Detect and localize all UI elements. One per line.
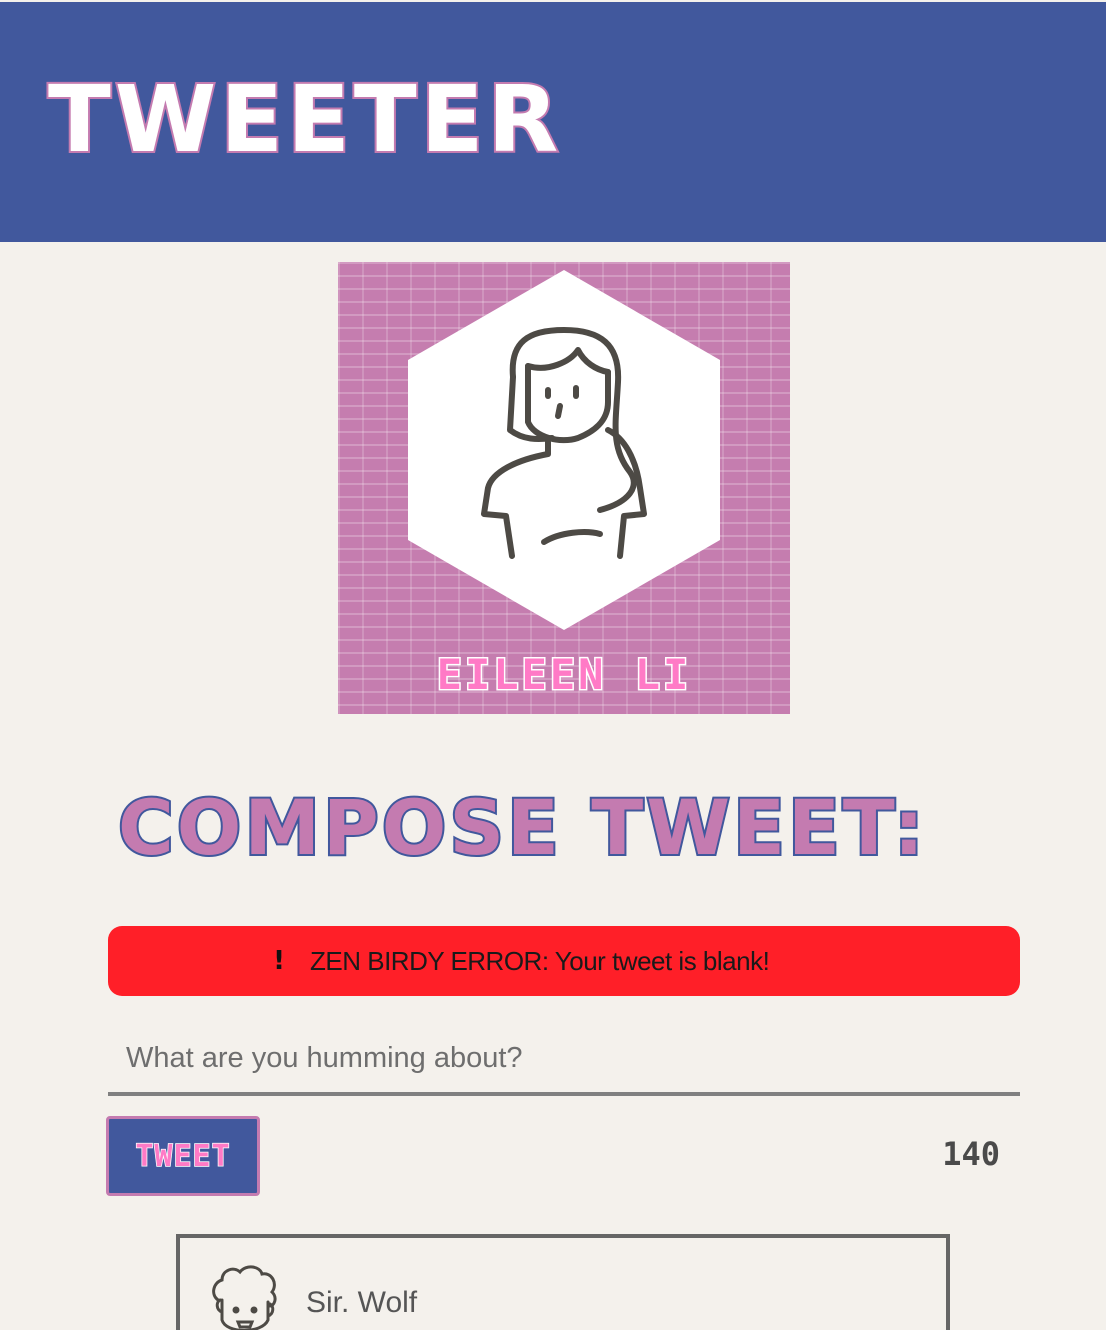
hexagon-frame [408, 270, 720, 630]
tweet-input[interactable] [108, 1024, 1020, 1096]
curly-hair-avatar-icon [212, 1265, 277, 1330]
character-counter: 140 [942, 1135, 1000, 1173]
top-navbar: TWEETER [0, 0, 1106, 242]
error-message: ZEN BIRDY ERROR: Your tweet is blank! [310, 945, 770, 976]
profile-avatar [408, 270, 720, 630]
tweet-author-name: Sir. Wolf [306, 1286, 418, 1319]
error-banner: ! ZEN BIRDY ERROR: Your tweet is blank! [108, 926, 1020, 996]
brand-title: TWEETER [46, 66, 563, 173]
exclamation-icon: ! [273, 946, 285, 976]
tweet-card: Sir. Wolf [176, 1234, 950, 1330]
profile-card: EILEEN LI [338, 262, 790, 714]
tweet-button[interactable]: TWEET [106, 1116, 260, 1196]
compose-title: COMPOSE TWEET: [116, 783, 928, 872]
profile-name: EILEEN LI [435, 650, 692, 699]
